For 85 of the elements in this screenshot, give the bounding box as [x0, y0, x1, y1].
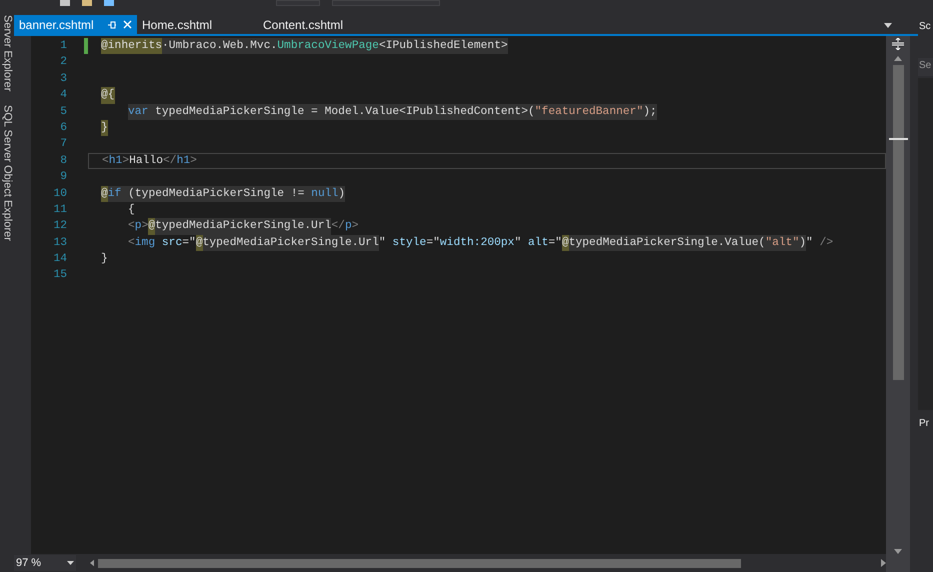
line-number: 11	[52, 202, 67, 218]
code-token: typedMediaPickerSingle.Url	[155, 218, 332, 235]
code-token: <IPublishedElement>	[378, 38, 508, 54]
file-tab[interactable]: Content.cshtml	[258, 15, 379, 34]
code-token: )	[799, 234, 806, 252]
file-tab[interactable]: banner.cshtml	[14, 15, 137, 34]
code-token: ="	[182, 236, 196, 251]
code-token: if	[108, 186, 122, 202]
code-token: typedMediaPickerSingle.Url	[202, 234, 379, 252]
line-number: 14	[52, 252, 67, 268]
horizontal-scrollbar[interactable]	[98, 558, 742, 568]
line-number: 2	[59, 55, 67, 70]
line-number: 10	[52, 186, 67, 202]
close-icon[interactable]	[123, 20, 132, 29]
code-token: <	[128, 219, 135, 234]
code-token: p	[344, 219, 352, 234]
line-number: 13	[52, 236, 67, 251]
code-token: </	[163, 154, 177, 169]
file-tab[interactable]: Home.cshtml	[137, 15, 258, 34]
code-token: null	[311, 186, 338, 202]
code-token: ="	[426, 236, 440, 251]
code-token: p	[134, 219, 142, 234]
code-token: "	[514, 236, 522, 251]
code-token: @	[101, 186, 108, 202]
caret-position-marker	[888, 138, 908, 140]
line-number: 7	[59, 137, 67, 152]
code-token: @{	[101, 87, 115, 104]
code-token: @inherits	[101, 38, 162, 54]
code-token: h1	[108, 154, 122, 169]
line-number: 3	[59, 72, 67, 87]
search-field[interactable]: Se	[918, 58, 933, 76]
line-number: 1	[59, 39, 67, 54]
code-token: )	[338, 186, 346, 202]
code-token: @	[148, 218, 156, 235]
code-token: img	[134, 236, 156, 251]
code-token: (typedMediaPickerSingle !=	[121, 186, 312, 202]
code-token: "	[806, 236, 813, 251]
code-token: }	[101, 120, 108, 136]
line-number: 9	[59, 170, 67, 186]
code-token: UmbracoViewPage	[277, 38, 379, 54]
panel-title: Pr	[918, 417, 930, 431]
code-token: var	[128, 104, 148, 120]
code-token: </	[331, 218, 345, 234]
code-token: <	[128, 236, 135, 251]
code-token: {	[128, 202, 135, 218]
code-token: "alt"	[765, 234, 800, 252]
side-panel-tab[interactable]: Server Explorer	[0, 15, 14, 92]
side-panel-tab[interactable]: SQL Server Object Explorer	[0, 105, 14, 242]
code-token: @	[196, 234, 203, 252]
code-token: ="	[548, 236, 562, 251]
line-number: 5	[59, 104, 67, 120]
caret-icon[interactable]	[884, 23, 892, 28]
zoom-dropdown[interactable]: 97 %	[14, 554, 76, 572]
code-token: src	[160, 236, 182, 251]
code-token: ·Umbraco.Web.Mvc.	[162, 38, 278, 54]
split-icon[interactable]	[892, 38, 904, 50]
scroll-left-icon[interactable]	[90, 559, 94, 567]
code-token: "	[378, 236, 386, 251]
pin-icon[interactable]	[107, 20, 117, 30]
code-token: h1	[176, 154, 190, 169]
line-number: 6	[59, 120, 67, 136]
code-token: @	[562, 234, 569, 252]
code-token: );	[643, 104, 657, 120]
code-token: width:200px	[440, 236, 514, 251]
code-token: Hallo	[129, 154, 164, 169]
code-token: >	[352, 219, 359, 234]
code-token: />	[818, 236, 834, 251]
code-token: }	[101, 252, 108, 268]
line-number: 12	[52, 219, 67, 234]
code-token: >	[142, 219, 148, 234]
code-token: style	[391, 236, 426, 251]
code-token: alt	[527, 236, 548, 251]
code-token: <	[102, 154, 109, 169]
code-token: >	[190, 154, 197, 169]
line-number: 15	[52, 268, 67, 284]
panel-title: Sc	[918, 20, 932, 34]
line-number: 8	[59, 154, 67, 169]
code-token: "featuredBanner"	[534, 104, 644, 120]
line-number: 4	[59, 88, 67, 104]
scroll-down-icon[interactable]	[894, 549, 902, 554]
scroll-up-icon[interactable]	[894, 56, 902, 61]
caret-icon	[66, 561, 74, 565]
code-token: typedMediaPickerSingle.Value(	[568, 234, 766, 252]
code-token: typedMediaPickerSingle = Model.Value<IPublishedContent>(	[148, 104, 535, 120]
code-token: >	[122, 154, 130, 169]
